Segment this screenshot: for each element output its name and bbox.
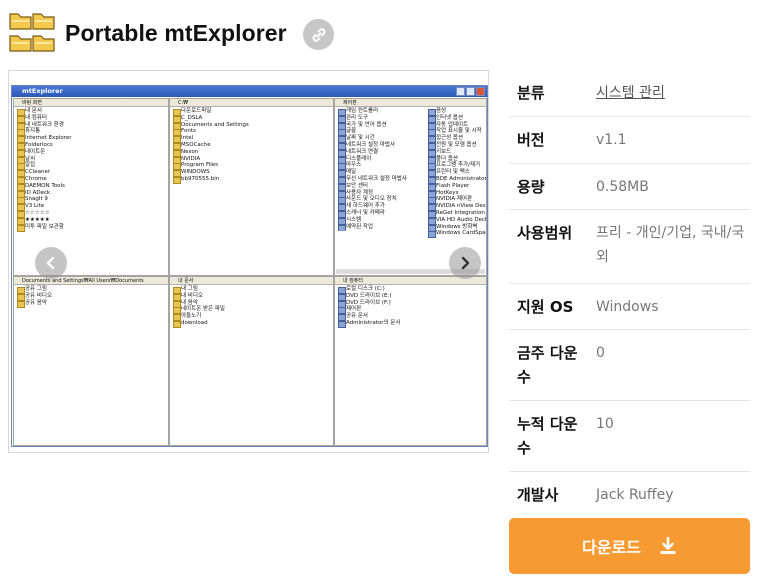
app-icon	[8, 10, 56, 56]
download-icon	[660, 537, 676, 554]
chevron-right-icon	[461, 256, 470, 270]
spec-row-total-downloads: 누적 다운수 10	[509, 401, 750, 472]
spec-value: 프리 - 개인/기업, 국내/국외	[596, 225, 745, 265]
spec-row-category: 분류 시스템 관리	[509, 70, 750, 117]
screenshot-image: mtExplorer 바탕 화면 내 문서 내 컴퓨터 내 네트워크 환경 휴지…	[11, 85, 488, 447]
download-label: 다운로드	[582, 538, 641, 557]
chevron-left-icon	[46, 256, 55, 270]
spec-value: 0	[596, 345, 605, 361]
spec-key: 분류	[517, 84, 545, 102]
spec-key: 지원 OS	[517, 298, 574, 316]
spec-value: 10	[596, 416, 614, 432]
gallery-next-button[interactable]	[449, 247, 481, 279]
spec-table: 분류 시스템 관리 버전 v1.1 용량 0.58MB 사용범위 프리 - 개인…	[509, 70, 750, 518]
spec-key: 개발사	[517, 486, 559, 504]
pane-desktop: 바탕 화면 내 문서 내 컴퓨터 내 네트워크 환경 휴지통 Internet …	[13, 98, 169, 276]
spec-value: 0.58MB	[596, 179, 649, 195]
screenshot-gallery[interactable]: mtExplorer 바탕 화면 내 문서 내 컴퓨터 내 네트워크 환경 휴지…	[8, 70, 489, 453]
spec-value: Windows	[596, 299, 659, 315]
spec-key: 사용범위	[517, 224, 573, 242]
spec-row-license: 사용범위 프리 - 개인/기업, 국내/국외	[509, 210, 750, 284]
gallery-prev-button[interactable]	[35, 247, 67, 279]
window-title: mtExplorer	[12, 86, 487, 97]
spec-row-os: 지원 OS Windows	[509, 284, 750, 330]
copy-link-button[interactable]	[303, 19, 334, 50]
page-title: Portable mtExplorer	[65, 20, 287, 46]
pane-c-drive: C:₩ 다운로드파일 C_DSLA Documents and Settings…	[169, 98, 334, 276]
pane-my-computer: 내 컴퓨터 로컬 디스크 (C:) DVD 드라이브 (E:) DVD 드라이브…	[334, 276, 487, 446]
spec-row-developer: 개발사 Jack Ruffey	[509, 472, 750, 518]
spec-value: v1.1	[596, 132, 627, 148]
category-link[interactable]: 시스템 관리	[596, 81, 746, 105]
spec-value: Jack Ruffey	[596, 487, 674, 503]
spec-key: 누적 다운수	[517, 415, 578, 457]
pane-shared-documents: Documents and Settings₩All Users₩Documen…	[13, 276, 169, 446]
spec-key: 버전	[517, 131, 545, 149]
spec-key: 용량	[517, 178, 545, 196]
link-icon	[312, 27, 325, 42]
download-button[interactable]: 다운로드	[509, 518, 750, 574]
spec-row-weekly-downloads: 금주 다운수 0	[509, 330, 750, 401]
spec-key: 금주 다운수	[517, 344, 578, 386]
spec-row-version: 버전 v1.1	[509, 117, 750, 164]
spec-row-size: 용량 0.58MB	[509, 164, 750, 210]
pane-my-documents: 내 문서 내 그림 내 비디오 내 음악 네이트온 받은 파일 아들노기 dow…	[169, 276, 334, 446]
